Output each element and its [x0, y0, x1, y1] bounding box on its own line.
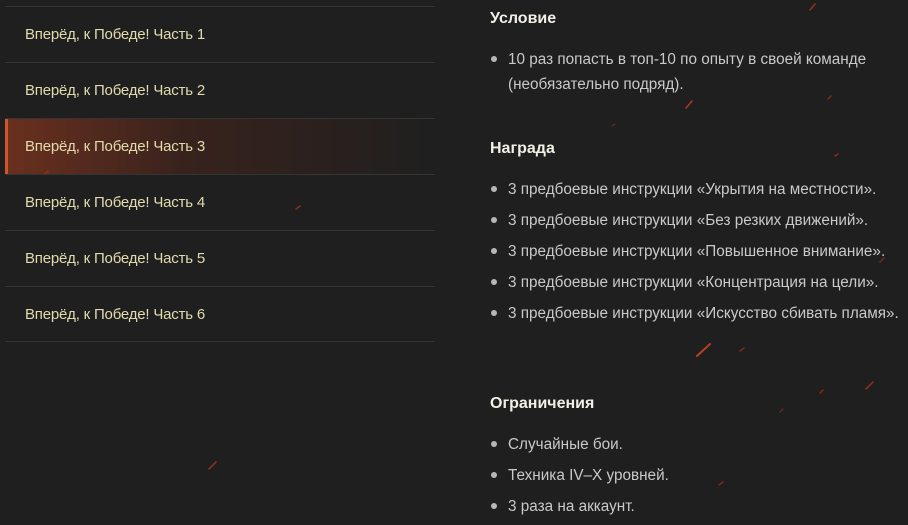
condition-list: 10 раз попасть в топ-10 по опыту в своей…	[490, 47, 908, 97]
bullet-icon	[491, 472, 497, 478]
bullet-icon	[491, 217, 497, 223]
sidebar-item-part-2[interactable]: Вперёд, к Победе! Часть 2	[5, 62, 435, 118]
sidebar-item-label: Вперёд, к Победе! Часть 5	[25, 250, 205, 267]
bullet-icon	[491, 56, 497, 62]
sidebar-item-label: Вперёд, к Победе! Часть 4	[25, 194, 205, 211]
limits-item-text: Случайные бои.	[508, 436, 623, 453]
reward-item-text: 3 предбоевые инструкции «Без резких движ…	[508, 212, 869, 229]
sidebar-item-label: Вперёд, к Победе! Часть 3	[25, 138, 205, 155]
reward-item: 3 предбоевые инструкции «Укрытия на мест…	[490, 177, 908, 202]
bullet-icon	[491, 248, 497, 254]
reward-list: 3 предбоевые инструкции «Укрытия на мест…	[490, 177, 908, 326]
bullet-icon	[491, 503, 497, 509]
reward-item-text: 3 предбоевые инструкции «Концентрация на…	[508, 274, 879, 291]
limits-list: Случайные бои. Техника IV–X уровней. 3 р…	[490, 432, 908, 519]
reward-item: 3 предбоевые инструкции «Концентрация на…	[490, 270, 908, 295]
sidebar-item-part-1[interactable]: Вперёд, к Победе! Часть 1	[5, 6, 435, 62]
sidebar-item-part-6[interactable]: Вперёд, к Победе! Часть 6	[5, 286, 435, 342]
sidebar-item-label: Вперёд, к Победе! Часть 6	[25, 305, 205, 323]
quest-sidebar: Вперёд, к Победе! Часть 1 Вперёд, к Побе…	[5, 6, 435, 342]
sidebar-item-label: Вперёд, к Победе! Часть 2	[25, 82, 205, 99]
sidebar-item-part-3[interactable]: Вперёд, к Победе! Часть 3	[5, 118, 435, 174]
condition-section: Условие 10 раз попасть в топ-10 по опыту…	[490, 8, 908, 103]
reward-item-text: 3 предбоевые инструкции «Укрытия на мест…	[508, 181, 877, 198]
sidebar-item-label: Вперёд, к Победе! Часть 1	[25, 26, 205, 43]
limits-item: 3 раза на аккаунт.	[490, 494, 908, 519]
bullet-icon	[491, 310, 497, 316]
limits-section: Ограничения Случайные бои. Техника IV–X …	[490, 393, 908, 525]
bullet-icon	[491, 279, 497, 285]
limits-item: Случайные бои.	[490, 432, 908, 457]
reward-item: 3 предбоевые инструкции «Без резких движ…	[490, 208, 908, 233]
reward-title: Награда	[490, 140, 555, 157]
reward-item: 3 предбоевые инструкции «Повышенное вним…	[490, 239, 908, 264]
condition-title: Условие	[490, 10, 557, 27]
limits-item: Техника IV–X уровней.	[490, 463, 908, 488]
bullet-icon	[491, 186, 497, 192]
sidebar-item-part-4[interactable]: Вперёд, к Победе! Часть 4	[5, 174, 435, 230]
limits-title: Ограничения	[490, 395, 595, 412]
reward-item-text: 3 предбоевые инструкции «Повышенное вним…	[508, 243, 886, 260]
limits-item-text: 3 раза на аккаунт.	[508, 498, 635, 515]
bullet-icon	[491, 441, 497, 447]
reward-item-text: 3 предбоевые инструкции «Искусство сбива…	[508, 305, 899, 322]
limits-item-text: Техника IV–X уровней.	[508, 467, 669, 484]
reward-item: 3 предбоевые инструкции «Искусство сбива…	[490, 301, 908, 326]
condition-item: 10 раз попасть в топ-10 по опыту в своей…	[490, 47, 908, 97]
condition-item-text: 10 раз попасть в топ-10 по опыту в своей…	[508, 51, 867, 93]
reward-section: Награда 3 предбоевые инструкции «Укрытия…	[490, 138, 908, 332]
sidebar-item-part-5[interactable]: Вперёд, к Победе! Часть 5	[5, 230, 435, 286]
